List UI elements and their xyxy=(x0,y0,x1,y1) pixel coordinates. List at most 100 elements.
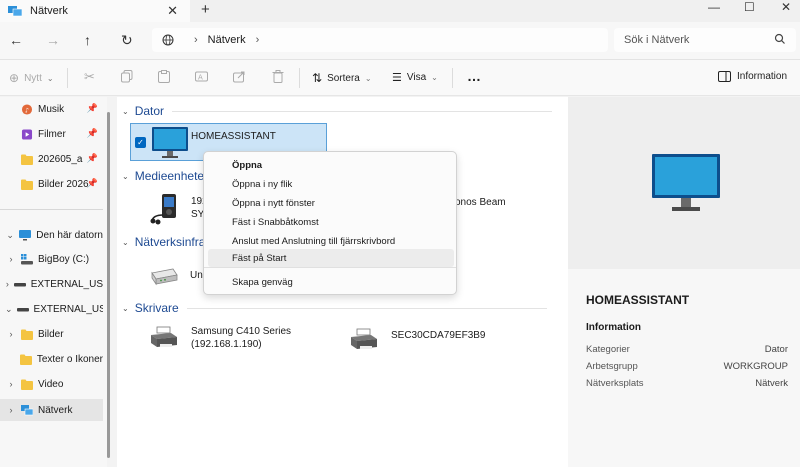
tab-close-icon[interactable]: ✕ xyxy=(167,3,178,19)
close-window-button[interactable]: ✕ xyxy=(781,0,791,14)
chevron-down-icon[interactable]: ⌄ xyxy=(5,230,15,241)
toolbar-divider xyxy=(67,68,68,88)
chevron-right-icon[interactable]: › xyxy=(5,254,17,264)
sidebar-item-label: Den här datorn xyxy=(36,229,103,241)
sidebar-item-bigboy-c[interactable]: › BigBoy (C:) xyxy=(0,248,103,270)
detail-value: Nätverk xyxy=(755,378,788,389)
folder-icon xyxy=(21,329,33,340)
chevron-right-icon[interactable]: › xyxy=(5,279,10,289)
details-pane-button[interactable]: Information xyxy=(718,71,787,82)
sidebar-item-bilder-2026[interactable]: Bilder 2026 📌 xyxy=(0,173,103,195)
sidebar-item-label: Bilder 2026 xyxy=(38,178,89,190)
chevron-right-icon[interactable]: › xyxy=(5,379,17,389)
menu-item-pin-start[interactable]: Fäst på Start xyxy=(208,249,454,267)
rename-icon[interactable]: A xyxy=(195,70,208,83)
network-icon xyxy=(21,404,33,415)
menu-item-remote-desktop[interactable]: Anslut med Anslutning till fjärrskrivbor… xyxy=(208,232,454,250)
sidebar-item-label: Filmer xyxy=(38,128,66,140)
view-label: Visa xyxy=(406,72,427,83)
paste-icon[interactable] xyxy=(158,70,170,83)
address-bar[interactable]: › Nätverk › xyxy=(152,28,608,52)
pin-icon[interactable]: 📌 xyxy=(87,178,98,189)
new-button[interactable]: ⊕ Nytt ⌄ xyxy=(9,71,54,85)
item-printer-sec30cda79ef3b9[interactable]: SEC30CDA79EF3B9 xyxy=(349,325,519,355)
item-label-line1: Samsung C410 Series xyxy=(191,326,292,337)
view-button[interactable]: ☰ Visa ⌄ xyxy=(392,71,438,84)
usb-drive-icon xyxy=(16,307,29,311)
menu-item-pin-quick-access[interactable]: Fäst i Snabbåtkomst xyxy=(208,213,454,231)
tab-natverk[interactable]: Nätverk ✕ xyxy=(0,0,190,22)
more-options-button[interactable]: … xyxy=(467,68,481,84)
group-header-dator[interactable]: ⌄ Dator xyxy=(122,104,553,118)
sidebar-item-external-us[interactable]: › EXTERNAL_US xyxy=(0,273,103,295)
copy-icon[interactable] xyxy=(121,70,133,83)
breadcrumb-chevron-icon[interactable]: › xyxy=(256,34,260,46)
sidebar-item-natverk[interactable]: › Nätverk xyxy=(0,399,103,421)
detail-row-natverksplats: Nätverksplats Nätverk xyxy=(586,378,788,389)
details-title: HOMEASSISTANT xyxy=(586,293,690,307)
sidebar-item-den-har-datorn[interactable]: ⌄ Den här datorn xyxy=(0,224,103,246)
chevron-down-icon[interactable]: ⌄ xyxy=(5,304,13,315)
menu-item-open-new-tab[interactable]: Öppna i ny flik xyxy=(208,175,454,193)
chevron-down-icon[interactable]: ⌄ xyxy=(122,238,129,247)
pin-icon[interactable]: 📌 xyxy=(87,128,98,139)
group-label: Skrivare xyxy=(134,301,179,315)
refresh-icon[interactable]: ↻ xyxy=(121,32,133,49)
printer-icon xyxy=(151,326,177,347)
chevron-right-icon[interactable]: › xyxy=(5,329,17,339)
sidebar-item-label: BigBoy (C:) xyxy=(38,253,90,265)
menu-separator xyxy=(204,267,456,268)
group-header-medieenheter[interactable]: ⌄ Medieenheter xyxy=(122,169,208,183)
minimize-button[interactable]: — xyxy=(708,0,720,14)
sidebar-item-musik[interactable]: ♪ Musik 📌 xyxy=(0,98,103,120)
new-tab-button[interactable]: + xyxy=(201,1,210,18)
sidebar-item-bilder[interactable]: › Bilder xyxy=(0,323,103,345)
sidebar-item-texter-o-ikoner[interactable]: Texter o Ikoner xyxy=(0,348,103,370)
sort-button[interactable]: ⇅ Sortera ⌄ xyxy=(312,71,372,85)
new-label: Nytt xyxy=(24,72,42,84)
chevron-down-icon: ⌄ xyxy=(364,73,372,83)
search-input[interactable]: Sök i Nätverk xyxy=(614,28,796,52)
sidebar-item-label: 202605_a xyxy=(38,153,83,165)
chevron-down-icon[interactable]: ⌄ xyxy=(122,172,129,181)
up-arrow-icon[interactable]: ↑ xyxy=(84,32,91,48)
group-divider xyxy=(186,307,547,309)
network-icon xyxy=(8,5,22,16)
details-pane: HOMEASSISTANT Information Kategorier Dat… xyxy=(568,97,800,467)
menu-item-open-new-window[interactable]: Öppna i nytt fönster xyxy=(208,194,454,212)
forward-arrow-icon[interactable]: → xyxy=(46,32,60,48)
chevron-right-icon[interactable]: › xyxy=(5,405,17,415)
folder-icon xyxy=(21,179,33,190)
monitor-icon xyxy=(652,154,720,211)
breadcrumb-chevron-icon[interactable]: › xyxy=(194,34,198,46)
globe-icon xyxy=(162,34,174,46)
pin-icon[interactable]: 📌 xyxy=(87,103,98,114)
chevron-down-icon[interactable]: ⌄ xyxy=(122,107,129,116)
sidebar-item-filmer[interactable]: Filmer 📌 xyxy=(0,123,103,145)
share-icon[interactable] xyxy=(233,70,246,83)
folder-icon xyxy=(21,154,33,165)
menu-item-open[interactable]: Öppna xyxy=(208,156,454,174)
sidebar-scrollbar[interactable] xyxy=(107,112,110,458)
menu-item-create-shortcut[interactable]: Skapa genväg xyxy=(208,273,454,291)
pin-icon[interactable]: 📌 xyxy=(87,153,98,164)
sort-label: Sortera xyxy=(327,72,360,84)
item-printer-samsung[interactable]: Samsung C410 Series (192.168.1.190) xyxy=(149,323,319,353)
maximize-button[interactable]: ☐ xyxy=(744,0,755,14)
folder-icon xyxy=(19,354,32,365)
item-sonos-beam[interactable]: onos Beam xyxy=(455,195,555,209)
delete-icon[interactable] xyxy=(272,70,284,83)
group-header-skrivare[interactable]: ⌄ Skrivare xyxy=(122,301,547,315)
back-arrow-icon[interactable]: ← xyxy=(9,32,23,48)
chevron-down-icon[interactable]: ⌄ xyxy=(122,304,129,313)
navigation-pane: ♪ Musik 📌 Filmer 📌 202605_a 📌 Bilder 202… xyxy=(0,97,107,467)
search-icon xyxy=(774,33,785,44)
sidebar-item-external-usb[interactable]: ⌄ EXTERNAL_USB xyxy=(0,298,103,320)
breadcrumb-natverk[interactable]: Nätverk xyxy=(208,34,246,46)
cut-icon[interactable]: ✂ xyxy=(84,69,95,85)
checkbox-checked-icon[interactable]: ✓ xyxy=(135,137,146,148)
detail-key: Arbetsgrupp xyxy=(586,361,638,372)
video-icon xyxy=(21,128,33,140)
sidebar-item-video[interactable]: › Video xyxy=(0,373,103,395)
sidebar-item-202605-a[interactable]: 202605_a 📌 xyxy=(0,148,103,170)
